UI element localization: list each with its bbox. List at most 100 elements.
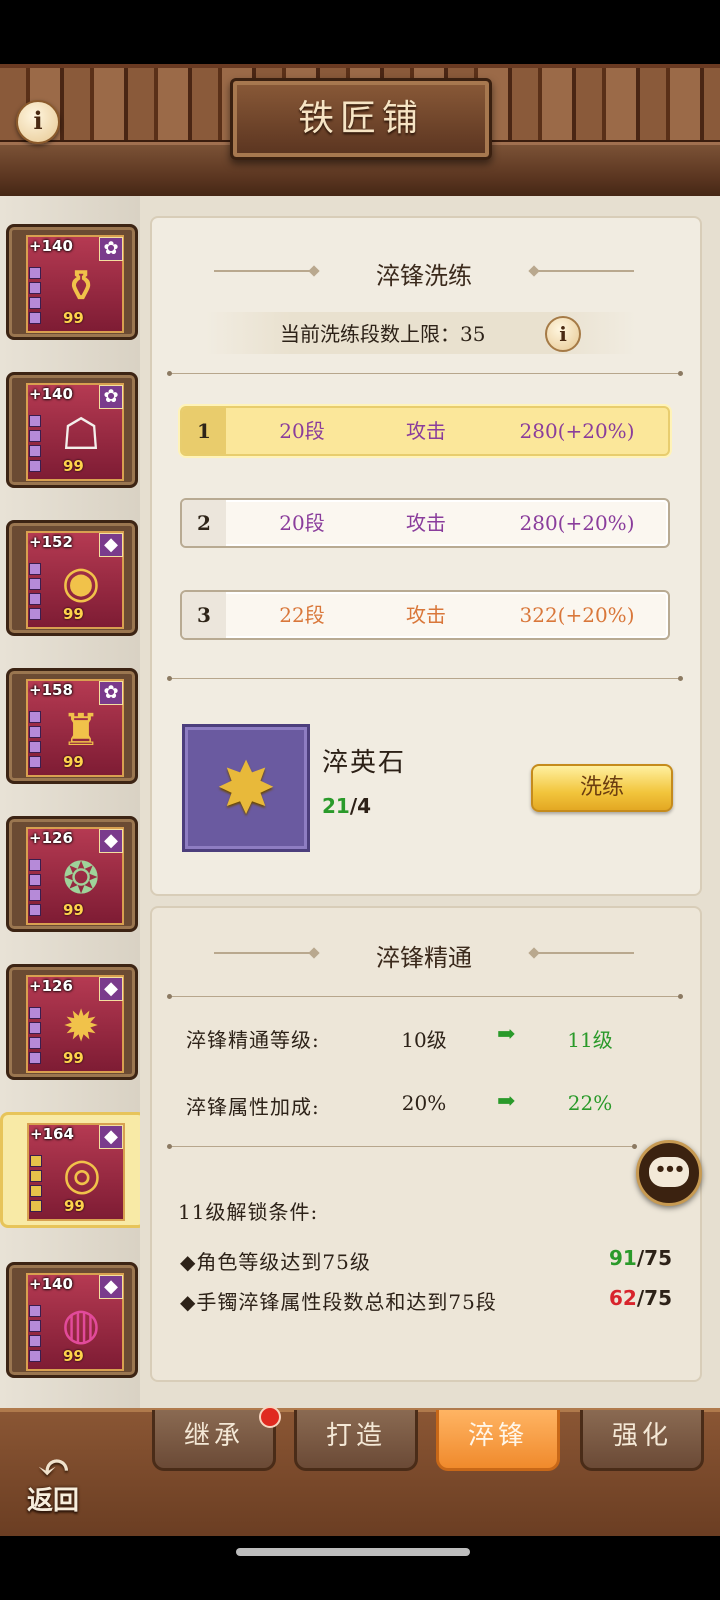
gold-tag: 99 (63, 753, 84, 771)
row-attribute: 攻击 (406, 419, 446, 443)
gem-slots (29, 415, 41, 475)
equipment-slot-7[interactable]: +164 ◆ ◎ 99 (0, 1112, 146, 1228)
equipment-slot-6[interactable]: +126 ◆ ✹ 99 (6, 964, 138, 1080)
refine-section-title: 淬锋洗练 (376, 262, 472, 290)
back-label: 返回 (26, 1486, 79, 1516)
back-button[interactable]: ↶ 返回 (16, 1448, 90, 1516)
tab-inherit[interactable]: 继承 (152, 1410, 276, 1471)
gold-tag: 99 (63, 901, 84, 919)
tab-temper[interactable]: 淬锋 (436, 1410, 560, 1471)
title-ornament-right (534, 270, 634, 272)
material-count: 21/4 (322, 794, 371, 818)
divider (167, 676, 683, 681)
gold-tag: 99 (63, 605, 84, 623)
row-value: 280(+20%) (519, 511, 635, 535)
crystal-stone-icon: ✸ (215, 746, 277, 830)
belt-icon: ◉ (61, 557, 101, 608)
divider (167, 371, 683, 376)
refine-row-1[interactable]: 1 20段 攻击 280(+20%) (180, 406, 670, 456)
enhance-level: +164 (30, 1125, 74, 1143)
bracelet-icon: ◎ (62, 1149, 102, 1200)
condition-text: ◆角色等级达到75级 (180, 1250, 371, 1274)
home-indicator[interactable] (236, 1548, 470, 1556)
gem-slots (29, 711, 41, 771)
condition-need: /75 (636, 1246, 672, 1270)
mastery-level-current: 10级 (401, 1028, 447, 1052)
title-ornament-left (214, 952, 314, 954)
gold-tag: 99 (63, 309, 84, 327)
notification-dot (259, 1406, 281, 1428)
blacksmith-screen: i 铁匠铺 +140 ✿ ⚱ 99 +140 ✿ ☖ 99 +152 ◆ ◉ 9… (0, 0, 720, 1600)
material-slot[interactable]: ✸ (182, 724, 310, 852)
mastery-level-label: 淬锋精通等级: (186, 1028, 320, 1052)
condition-need: /75 (636, 1286, 672, 1310)
row-value: 280(+20%) (519, 419, 635, 443)
enhance-level: +126 (29, 977, 73, 995)
ring-icon: ◍ (61, 1299, 101, 1350)
gold-tag: 99 (63, 1347, 84, 1365)
arrow-right-icon: ➡ (497, 1089, 516, 1114)
equipment-slot-5[interactable]: +126 ◆ ❂ 99 (6, 816, 138, 932)
condition-progress: 62/75 (609, 1286, 672, 1310)
refine-button[interactable]: 洗练 (531, 764, 673, 812)
tab-enhance[interactable]: 强化 (580, 1410, 704, 1471)
limit-info-icon[interactable]: i (545, 316, 581, 352)
condition-have: 62 (609, 1286, 637, 1310)
condition-progress: 91/75 (609, 1246, 672, 1270)
divider (167, 994, 683, 999)
equipment-slot-8[interactable]: +140 ◆ ◍ 99 (6, 1262, 138, 1378)
gem-slots (29, 1305, 41, 1365)
arrow-right-icon: ➡ (497, 1022, 516, 1047)
material-need: /4 (349, 794, 372, 818)
status-bar (0, 0, 720, 64)
refine-row-3[interactable]: 3 22段 攻击 322(+20%) (180, 590, 670, 640)
condition-have: 91 (609, 1246, 637, 1270)
page-title: 铁匠铺 (297, 98, 424, 139)
info-icon[interactable]: i (16, 100, 60, 144)
row-segments: 20段 (279, 511, 325, 535)
unlock-conditions-title: 11级解锁条件: (178, 1200, 319, 1224)
refine-limit-text: 当前洗练段数上限：35 (280, 322, 486, 346)
gem-slots (29, 267, 41, 327)
gem-slots (29, 1007, 41, 1067)
title-ornament-left (214, 270, 314, 272)
row-index: 2 (182, 500, 226, 546)
row-segments: 20段 (279, 419, 325, 443)
enhance-level: +140 (29, 237, 73, 255)
title-plaque: 铁匠铺 (230, 78, 492, 160)
equipment-slot-3[interactable]: +152 ◆ ◉ 99 (6, 520, 138, 636)
robe-icon: ☖ (61, 409, 101, 460)
row-index: 3 (182, 592, 226, 638)
enhance-level: +152 (29, 533, 73, 551)
gem-slots (29, 563, 41, 623)
row-attribute: 攻击 (406, 511, 446, 535)
mastery-bonus-current: 20% (401, 1091, 447, 1115)
gold-tag: 99 (64, 1197, 85, 1215)
material-name: 淬英石 (322, 748, 407, 778)
condition-text: ◆手镯淬锋属性段数总和达到75段 (180, 1290, 497, 1314)
gem-slots (30, 1155, 42, 1215)
enhance-level: +140 (29, 385, 73, 403)
system-nav-bar (0, 1536, 720, 1600)
mastery-section-title: 淬锋精通 (376, 944, 472, 972)
equipment-slot-1[interactable]: +140 ✿ ⚱ 99 (6, 224, 138, 340)
row-segments: 22段 (279, 603, 325, 627)
mastery-bonus-next: 22% (567, 1091, 613, 1115)
pendant-icon: ✹ (62, 1001, 100, 1052)
row-index: 1 (182, 408, 226, 454)
material-have: 21 (322, 794, 350, 818)
tab-forge[interactable]: 打造 (294, 1410, 418, 1471)
enhance-level: +140 (29, 1275, 73, 1293)
refine-row-2[interactable]: 2 20段 攻击 280(+20%) (180, 498, 670, 548)
bracer-icon: ⚱ (62, 261, 100, 312)
title-ornament-right (534, 952, 634, 954)
chat-icon[interactable]: ••• (636, 1140, 702, 1206)
equipment-slot-4[interactable]: +158 ✿ ♜ 99 (6, 668, 138, 784)
row-attribute: 攻击 (406, 603, 446, 627)
divider (167, 1144, 637, 1149)
enhance-level: +126 (29, 829, 73, 847)
gem-slots (29, 859, 41, 919)
row-value: 322(+20%) (519, 603, 635, 627)
mastery-level-next: 11级 (567, 1028, 613, 1052)
equipment-slot-2[interactable]: +140 ✿ ☖ 99 (6, 372, 138, 488)
